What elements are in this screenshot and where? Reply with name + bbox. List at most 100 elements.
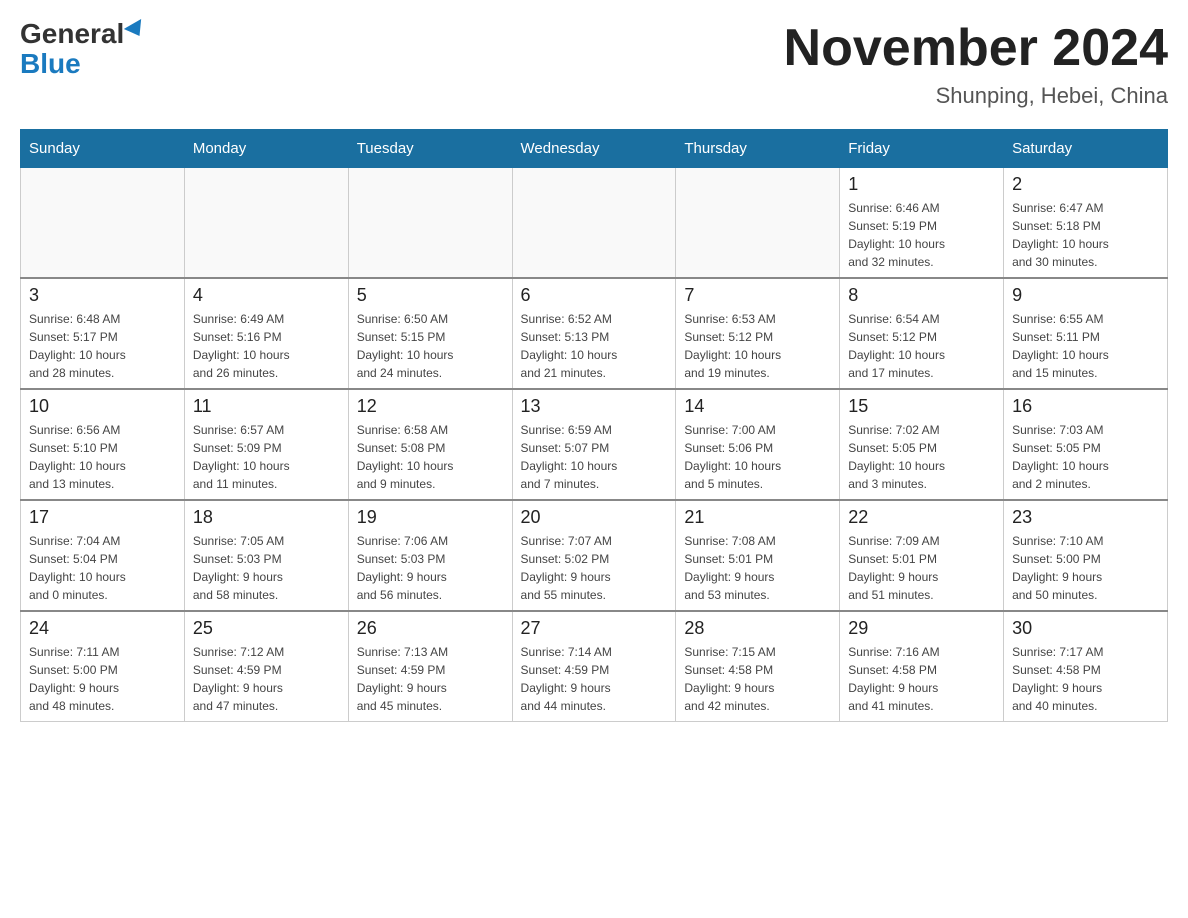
logo: General Blue	[20, 20, 146, 80]
day-info: Sunrise: 6:50 AMSunset: 5:15 PMDaylight:…	[357, 310, 504, 382]
calendar-cell: 29Sunrise: 7:16 AMSunset: 4:58 PMDayligh…	[840, 611, 1004, 722]
day-info: Sunrise: 6:58 AMSunset: 5:08 PMDaylight:…	[357, 421, 504, 493]
day-info: Sunrise: 7:10 AMSunset: 5:00 PMDaylight:…	[1012, 532, 1159, 604]
day-number: 30	[1012, 618, 1159, 639]
calendar-cell	[21, 168, 185, 279]
day-info: Sunrise: 7:09 AMSunset: 5:01 PMDaylight:…	[848, 532, 995, 604]
calendar-cell: 28Sunrise: 7:15 AMSunset: 4:58 PMDayligh…	[676, 611, 840, 722]
calendar-week-5: 24 Sunrise: 7:11 AMSunset: 5:00 PMDayligh…	[21, 611, 1168, 722]
calendar-cell: 30Sunrise: 7:17 AMSunset: 4:58 PMDayligh…	[1004, 611, 1168, 722]
day-number: 19	[357, 507, 504, 528]
day-info: Sunrise: 7:13 AMSunset: 4:59 PMDaylight:…	[357, 643, 504, 715]
calendar-week-2: 3 Sunrise: 6:48 AMSunset: 5:17 PMDaylight…	[21, 278, 1168, 389]
day-info: Sunrise: 7:16 AMSunset: 4:58 PMDaylight:…	[848, 643, 995, 715]
calendar-cell: 8 Sunrise: 6:54 AMSunset: 5:12 PMDaylight…	[840, 278, 1004, 389]
title-block: November 2024 Shunping, Hebei, China	[784, 20, 1168, 109]
calendar-cell: 5Sunrise: 6:50 AMSunset: 5:15 PMDaylight…	[348, 278, 512, 389]
day-number: 13	[521, 396, 668, 417]
calendar-cell: 7 Sunrise: 6:53 AMSunset: 5:12 PMDaylight…	[676, 278, 840, 389]
col-thursday: Thursday	[676, 130, 840, 168]
day-number: 17	[29, 507, 176, 528]
calendar-cell: 21 Sunrise: 7:08 AMSunset: 5:01 PMDayligh…	[676, 500, 840, 611]
calendar-cell: 10Sunrise: 6:56 AMSunset: 5:10 PMDayligh…	[21, 389, 185, 500]
day-number: 6	[521, 285, 668, 306]
day-number: 2	[1012, 174, 1159, 195]
calendar-cell: 2 Sunrise: 6:47 AMSunset: 5:18 PMDaylight…	[1004, 168, 1168, 279]
day-info: Sunrise: 7:06 AMSunset: 5:03 PMDaylight:…	[357, 532, 504, 604]
day-info: Sunrise: 7:15 AMSunset: 4:58 PMDaylight:…	[684, 643, 831, 715]
day-number: 18	[193, 507, 340, 528]
header-row: Sunday Monday Tuesday Wednesday Thursday…	[21, 130, 1168, 168]
day-number: 4	[193, 285, 340, 306]
day-info: Sunrise: 7:02 AMSunset: 5:05 PMDaylight:…	[848, 421, 995, 493]
calendar-cell	[184, 168, 348, 279]
day-number: 3	[29, 285, 176, 306]
day-info: Sunrise: 6:47 AMSunset: 5:18 PMDaylight:…	[1012, 199, 1159, 271]
day-info: Sunrise: 6:59 AMSunset: 5:07 PMDaylight:…	[521, 421, 668, 493]
col-saturday: Saturday	[1004, 130, 1168, 168]
day-info: Sunrise: 7:11 AMSunset: 5:00 PMDaylight:…	[29, 643, 176, 715]
day-number: 15	[848, 396, 995, 417]
calendar-cell: 3 Sunrise: 6:48 AMSunset: 5:17 PMDaylight…	[21, 278, 185, 389]
day-info: Sunrise: 6:52 AMSunset: 5:13 PMDaylight:…	[521, 310, 668, 382]
calendar-cell	[676, 168, 840, 279]
calendar-cell: 24 Sunrise: 7:11 AMSunset: 5:00 PMDayligh…	[21, 611, 185, 722]
day-info: Sunrise: 7:12 AMSunset: 4:59 PMDaylight:…	[193, 643, 340, 715]
logo-blue: Blue	[20, 48, 81, 80]
calendar-cell: 18 Sunrise: 7:05 AMSunset: 5:03 PMDayligh…	[184, 500, 348, 611]
day-number: 8	[848, 285, 995, 306]
calendar-cell: 12 Sunrise: 6:58 AMSunset: 5:08 PMDayligh…	[348, 389, 512, 500]
day-info: Sunrise: 6:53 AMSunset: 5:12 PMDaylight:…	[684, 310, 831, 382]
calendar-cell: 14 Sunrise: 7:00 AMSunset: 5:06 PMDayligh…	[676, 389, 840, 500]
day-number: 12	[357, 396, 504, 417]
day-number: 24	[29, 618, 176, 639]
day-info: Sunrise: 6:54 AMSunset: 5:12 PMDaylight:…	[848, 310, 995, 382]
col-tuesday: Tuesday	[348, 130, 512, 168]
calendar-title: November 2024	[784, 20, 1168, 77]
calendar-cell: 13 Sunrise: 6:59 AMSunset: 5:07 PMDayligh…	[512, 389, 676, 500]
col-monday: Monday	[184, 130, 348, 168]
day-info: Sunrise: 7:08 AMSunset: 5:01 PMDaylight:…	[684, 532, 831, 604]
calendar-table: Sunday Monday Tuesday Wednesday Thursday…	[20, 129, 1168, 722]
day-number: 26	[357, 618, 504, 639]
day-number: 21	[684, 507, 831, 528]
day-number: 10	[29, 396, 176, 417]
day-info: Sunrise: 6:49 AMSunset: 5:16 PMDaylight:…	[193, 310, 340, 382]
day-info: Sunrise: 7:04 AMSunset: 5:04 PMDaylight:…	[29, 532, 176, 604]
calendar-cell: 17 Sunrise: 7:04 AMSunset: 5:04 PMDayligh…	[21, 500, 185, 611]
day-number: 7	[684, 285, 831, 306]
day-info: Sunrise: 7:07 AMSunset: 5:02 PMDaylight:…	[521, 532, 668, 604]
calendar-week-4: 17 Sunrise: 7:04 AMSunset: 5:04 PMDayligh…	[21, 500, 1168, 611]
day-info: Sunrise: 6:57 AMSunset: 5:09 PMDaylight:…	[193, 421, 340, 493]
day-info: Sunrise: 6:48 AMSunset: 5:17 PMDaylight:…	[29, 310, 176, 382]
day-number: 25	[193, 618, 340, 639]
day-number: 1	[848, 174, 995, 195]
col-wednesday: Wednesday	[512, 130, 676, 168]
page-header: General Blue November 2024 Shunping, Heb…	[20, 20, 1168, 109]
day-number: 9	[1012, 285, 1159, 306]
calendar-cell: 22 Sunrise: 7:09 AMSunset: 5:01 PMDayligh…	[840, 500, 1004, 611]
calendar-cell: 11 Sunrise: 6:57 AMSunset: 5:09 PMDayligh…	[184, 389, 348, 500]
day-info: Sunrise: 7:14 AMSunset: 4:59 PMDaylight:…	[521, 643, 668, 715]
day-info: Sunrise: 7:05 AMSunset: 5:03 PMDaylight:…	[193, 532, 340, 604]
calendar-cell: 23Sunrise: 7:10 AMSunset: 5:00 PMDayligh…	[1004, 500, 1168, 611]
calendar-cell	[512, 168, 676, 279]
col-sunday: Sunday	[21, 130, 185, 168]
calendar-cell: 4 Sunrise: 6:49 AMSunset: 5:16 PMDaylight…	[184, 278, 348, 389]
logo-general: General	[20, 20, 124, 48]
calendar-cell: 6 Sunrise: 6:52 AMSunset: 5:13 PMDaylight…	[512, 278, 676, 389]
calendar-cell: 16Sunrise: 7:03 AMSunset: 5:05 PMDayligh…	[1004, 389, 1168, 500]
calendar-cell: 9Sunrise: 6:55 AMSunset: 5:11 PMDaylight…	[1004, 278, 1168, 389]
day-number: 11	[193, 396, 340, 417]
day-number: 22	[848, 507, 995, 528]
calendar-cell: 27 Sunrise: 7:14 AMSunset: 4:59 PMDayligh…	[512, 611, 676, 722]
calendar-cell	[348, 168, 512, 279]
logo-triangle-icon	[124, 19, 148, 41]
calendar-cell: 19 Sunrise: 7:06 AMSunset: 5:03 PMDayligh…	[348, 500, 512, 611]
day-number: 27	[521, 618, 668, 639]
day-info: Sunrise: 7:03 AMSunset: 5:05 PMDaylight:…	[1012, 421, 1159, 493]
day-info: Sunrise: 7:00 AMSunset: 5:06 PMDaylight:…	[684, 421, 831, 493]
calendar-cell: 1Sunrise: 6:46 AMSunset: 5:19 PMDaylight…	[840, 168, 1004, 279]
day-number: 14	[684, 396, 831, 417]
col-friday: Friday	[840, 130, 1004, 168]
